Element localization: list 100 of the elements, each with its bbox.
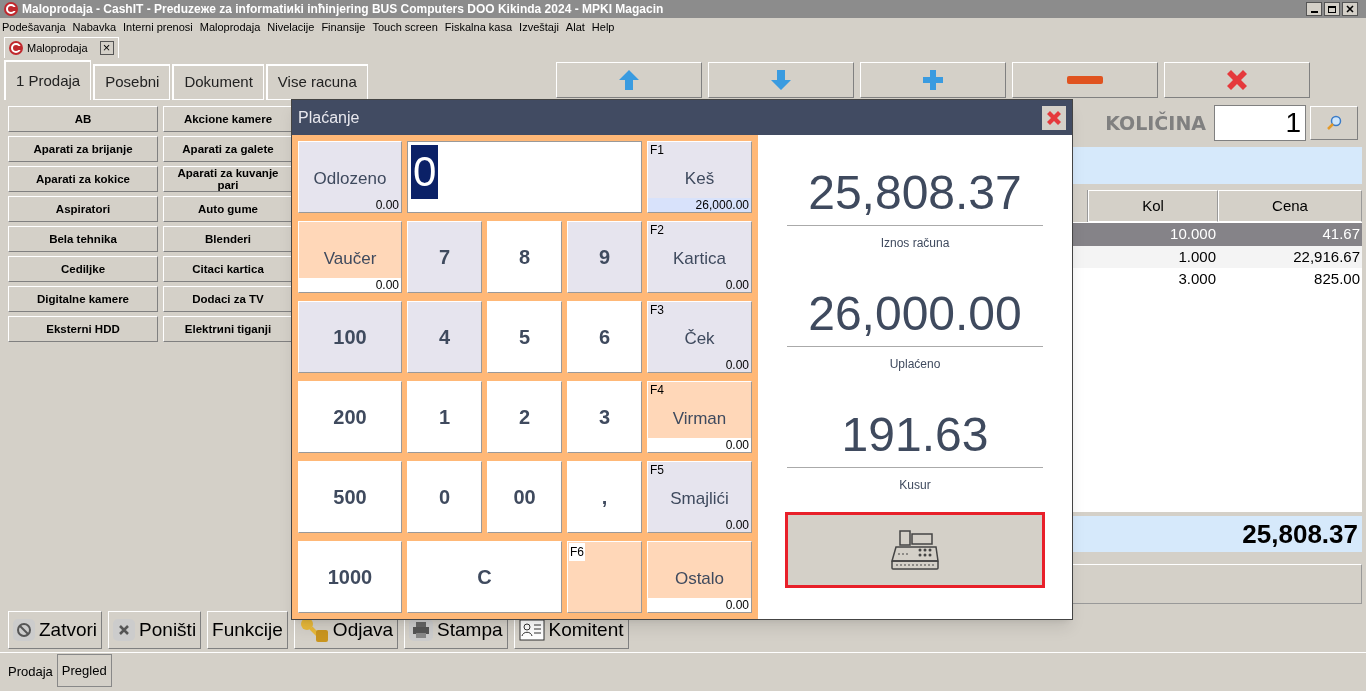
keypad-key[interactable]: 100 (298, 301, 402, 373)
payment-amount: 0.00 (724, 278, 750, 292)
keypad-key[interactable]: 3 (567, 381, 642, 453)
category-button[interactable]: Eksterni HDD (8, 316, 158, 342)
arrow-down-icon (769, 68, 793, 92)
action-button[interactable]: Zatvori (8, 611, 103, 649)
keypad-key[interactable]: 200 (298, 381, 402, 453)
cancel-icon (13, 619, 35, 641)
column-header[interactable]: Kol (1088, 190, 1218, 222)
category-button[interactable]: Cediljke (8, 256, 158, 282)
keypad-key[interactable]: 500 (298, 461, 402, 533)
payment-method-button[interactable]: F3 Ček 0.00 (647, 301, 752, 373)
category-button[interactable]: Bela tehnika (8, 226, 158, 252)
toolbar-button[interactable] (556, 62, 702, 98)
table-cell-text: 10.000 (1169, 224, 1217, 244)
payment-method-button[interactable]: F6 (567, 541, 642, 613)
close-button[interactable] (1042, 105, 1066, 130)
search-button[interactable] (1310, 106, 1358, 140)
menu-item[interactable]: Nabavka (72, 18, 117, 36)
close-window-icon[interactable] (1342, 2, 1358, 16)
printer-icon (409, 619, 434, 641)
amount-label: Uplaćeno (889, 356, 941, 373)
payment-method-button[interactable]: Odlozeno 0.00 (298, 141, 402, 213)
category-button[interactable]: AB (8, 106, 158, 132)
fiscal-print-button[interactable] (785, 512, 1045, 588)
payment-method-button[interactable]: F4 Virman 0.00 (647, 381, 752, 453)
keypad-key[interactable]: , (567, 461, 642, 533)
tab[interactable]: Vise racuna (265, 64, 368, 100)
payment-method-button[interactable]: F5 Smajlići 0.00 (647, 461, 752, 533)
document-tab[interactable]: Maloprodaja × (4, 37, 119, 58)
payment-amount: 0.00 (724, 518, 750, 532)
minus-icon (1067, 76, 1103, 84)
category-button[interactable]: Aparati za kokice (8, 166, 158, 192)
keypad-key[interactable]: 4 (407, 301, 482, 373)
menu-item[interactable]: Izveštaji (519, 18, 559, 36)
amount-input[interactable]: 0 (407, 141, 642, 213)
category-button[interactable]: Aspiratori (8, 196, 158, 222)
restore-icon[interactable] (1324, 2, 1340, 16)
menu-item[interactable]: Help (591, 18, 615, 36)
total-amount: 25,808.37 (1242, 517, 1358, 551)
minimize-icon[interactable] (1306, 2, 1322, 16)
keypad-key[interactable]: 00 (487, 461, 562, 533)
app-logo-icon (4, 2, 18, 16)
payment-amount: 0.00 (648, 438, 751, 452)
keypad-key[interactable]: 2 (487, 381, 562, 453)
quantity-label: KOLIČINA (1105, 110, 1206, 136)
document-tab-label[interactable]: Maloprodaja (27, 39, 88, 57)
payment-amount: 0.00 (724, 358, 750, 372)
arrow-up-icon (617, 68, 641, 92)
table-row[interactable]: 1.000 22,916.67 (1070, 245, 1362, 268)
tab[interactable]: Posebni (93, 64, 171, 100)
payment-method-button[interactable]: F2 Kartica 0.00 (647, 221, 752, 293)
keypad-key[interactable]: 5 (487, 301, 562, 373)
toolbar-button[interactable] (1012, 62, 1158, 98)
payment-method-button[interactable]: F1 Keš 26,000.00 (647, 141, 752, 213)
payment-method-button[interactable]: Vaučer 0.00 (298, 221, 402, 293)
action-button[interactable]: Funkcije (207, 611, 288, 649)
amount-value: 191.63 (787, 407, 1043, 468)
close-tab-button[interactable]: × (99, 41, 114, 55)
window-title: Maloprodaja - CashIT - Preduzeжe za informatiиki inћinjering BUS Computers DOO Kikinda 2024 - MPKI Magacin (22, 1, 664, 18)
keypad-key[interactable]: 1000 (298, 541, 402, 613)
shortcut-label: F2 (650, 223, 664, 237)
keypad-key[interactable]: C (407, 541, 562, 613)
menu-item[interactable]: Touch screen (372, 18, 438, 36)
keypad-key[interactable]: 0 (407, 461, 482, 533)
keypad-key[interactable]: 6 (567, 301, 642, 373)
category-button[interactable]: Digitalne kamere (8, 286, 158, 312)
close-icon (113, 619, 136, 641)
category-button[interactable]: Aparati za brijanje (8, 136, 158, 162)
toolbar-button[interactable] (708, 62, 854, 98)
app-logo-icon (9, 41, 23, 55)
amount-value: 26,000.00 (787, 286, 1043, 347)
shortcut-label: F4 (650, 383, 664, 397)
keypad-key[interactable]: 9 (567, 221, 642, 293)
toolbar-button[interactable] (1164, 62, 1310, 98)
shortcut-label: F6 (569, 543, 585, 561)
action-button[interactable]: Poništi (108, 611, 202, 649)
menu-item[interactable]: Podešavanja (2, 18, 66, 36)
amount-value: 25,808.37 (787, 165, 1043, 226)
toolbar-button[interactable] (860, 62, 1006, 98)
tab[interactable]: Pregled (56, 654, 112, 687)
menu-item[interactable]: Maloprodaja (199, 18, 261, 36)
amount-label: Iznos računa (880, 235, 950, 252)
tab[interactable]: Dokument (172, 64, 264, 100)
payment-method-button[interactable]: Ostalo 0.00 (647, 541, 752, 613)
keypad-key[interactable]: 8 (487, 221, 562, 293)
table-row[interactable]: 10.000 41.67 (1070, 223, 1362, 246)
menu-item[interactable]: Finansije (321, 18, 366, 36)
quantity-field[interactable]: 1 (1214, 105, 1306, 141)
menu-item[interactable]: Interni prenosi (123, 18, 193, 36)
keypad-key[interactable]: 1 (407, 381, 482, 453)
payment-amount: 26,000.00 (648, 198, 751, 212)
column-header[interactable]: Cena (1218, 190, 1362, 222)
menu-item[interactable]: Nivelacije (267, 18, 315, 36)
menu-item[interactable]: Alat (565, 18, 585, 36)
keypad-key[interactable]: 7 (407, 221, 482, 293)
menu-item[interactable]: Fiskalna kasa (444, 18, 513, 36)
tab[interactable]: 1 Prodaja (4, 60, 92, 100)
table-cell-text: 41.67 (1321, 224, 1361, 244)
table-cell-text: 22,916.67 (1292, 246, 1361, 267)
